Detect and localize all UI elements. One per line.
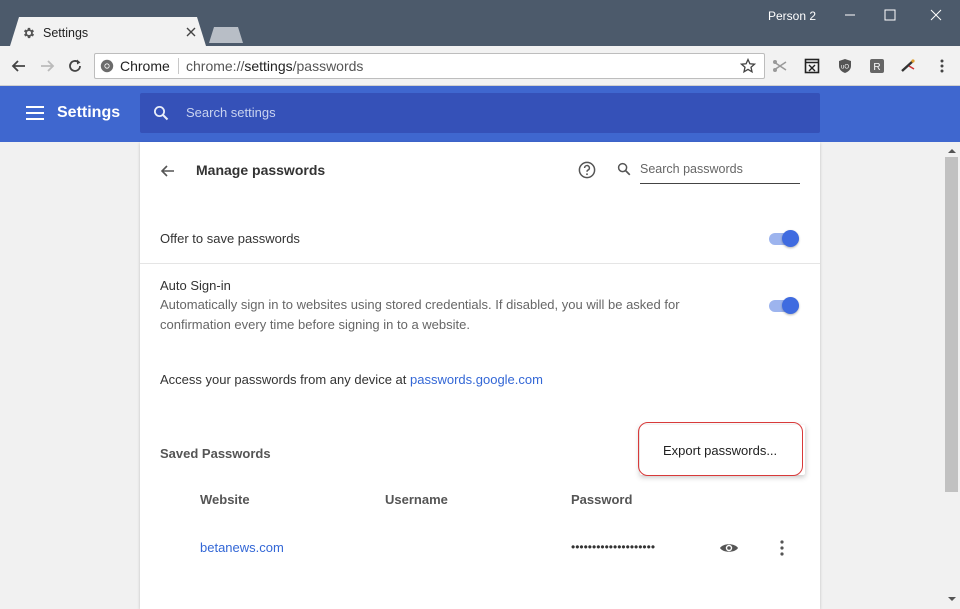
forward-arrow-icon[interactable] <box>38 57 56 75</box>
scroll-down-arrow-icon[interactable] <box>946 594 958 604</box>
profile-name[interactable]: Person 2 <box>768 9 816 23</box>
svg-text:R: R <box>873 62 880 73</box>
address-host: settings <box>244 58 293 74</box>
svg-text:uO: uO <box>841 65 849 71</box>
chrome-icon <box>100 59 114 73</box>
extension-wand-icon[interactable] <box>900 58 916 74</box>
hamburger-menu-icon[interactable] <box>26 106 44 120</box>
address-url[interactable]: chrome://settings/passwords <box>186 58 363 74</box>
address-separator <box>178 58 179 74</box>
extension-scissors-icon[interactable] <box>772 58 788 74</box>
scroll-up-arrow-icon[interactable] <box>946 146 958 156</box>
search-passwords-placeholder: Search passwords <box>640 162 743 176</box>
tab-settings[interactable] <box>10 17 206 46</box>
extension-calendar-icon[interactable] <box>804 58 820 74</box>
extension-ublock-shield-icon[interactable]: uO <box>837 58 853 74</box>
address-path: /passwords <box>292 58 364 74</box>
row-website-link[interactable]: betanews.com <box>200 540 284 555</box>
star-icon[interactable] <box>740 58 756 74</box>
close-icon[interactable] <box>184 25 198 39</box>
address-scheme: chrome:// <box>186 58 245 74</box>
auto-signin-label: Auto Sign-in <box>160 278 231 293</box>
offer-save-label: Offer to save passwords <box>160 231 300 246</box>
kebab-menu-icon[interactable] <box>934 58 950 74</box>
saved-passwords-title: Saved Passwords <box>160 446 271 461</box>
column-username: Username <box>385 492 448 507</box>
eye-icon[interactable] <box>719 540 739 556</box>
auto-signin-description-line1: Automatically sign in to websites using … <box>160 297 680 312</box>
minimize-icon[interactable] <box>838 4 862 26</box>
maximize-icon[interactable] <box>878 4 902 26</box>
toggle-knob <box>782 230 799 247</box>
search-settings-placeholder: Search settings <box>186 105 276 120</box>
extension-r-icon[interactable]: R <box>869 58 885 74</box>
auto-signin-toggle[interactable] <box>768 295 800 317</box>
back-arrow-icon[interactable] <box>10 57 28 75</box>
access-text: Access your passwords from any device at… <box>160 372 543 387</box>
settings-title: Settings <box>57 104 121 121</box>
passwords-google-link[interactable]: passwords.google.com <box>410 372 543 387</box>
gear-icon <box>23 27 35 39</box>
reload-icon[interactable] <box>66 57 84 75</box>
page-title: Manage passwords <box>196 162 326 178</box>
access-prefix: Access your passwords from any device at <box>160 372 410 387</box>
address-origin: Chrome <box>120 58 170 74</box>
toggle-knob <box>782 297 799 314</box>
offer-save-toggle[interactable] <box>768 228 800 250</box>
row-password: •••••••••••••••••••• <box>571 540 656 554</box>
column-website: Website <box>200 492 250 507</box>
new-tab-button[interactable] <box>209 27 243 43</box>
tab-title: Settings <box>43 26 89 40</box>
scrollbar-thumb[interactable] <box>945 157 958 492</box>
column-password: Password <box>571 492 633 507</box>
search-icon <box>154 106 169 121</box>
more-actions-icon[interactable] <box>774 539 790 557</box>
auto-signin-description-line2: confirmation every time before signing i… <box>160 317 470 332</box>
search-icon <box>617 162 631 176</box>
help-icon[interactable] <box>578 161 596 179</box>
divider <box>140 263 820 264</box>
window-close-icon[interactable] <box>924 4 948 26</box>
highlight-outline <box>638 422 803 476</box>
back-arrow-icon[interactable] <box>159 162 177 180</box>
